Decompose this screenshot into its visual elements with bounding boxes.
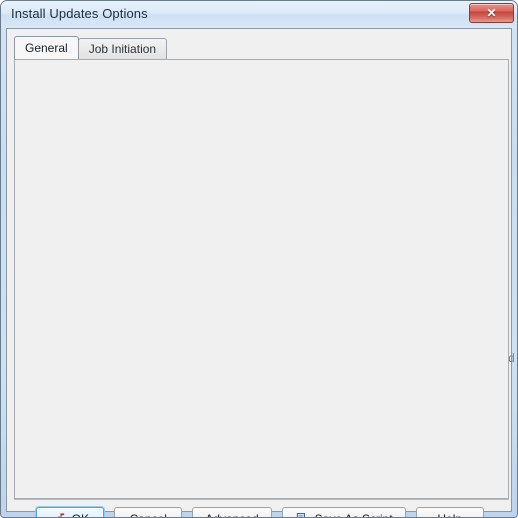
dialog-body: General Job Initiation Client Computer G… [6,28,515,517]
save-as-script-button[interactable]: Save As Script [281,506,406,517]
close-icon: ✕ [486,6,497,20]
script-document-icon [296,512,305,517]
tab-general[interactable]: General [14,36,79,59]
ok-button[interactable]: OK [36,506,105,517]
ok-button-label: OK [72,512,89,517]
button-bar: OK Cancel Advanced Save As Script Help [7,504,513,517]
tab-job-initiation[interactable]: Job Initiation [77,38,168,59]
advanced-button-label: Advanced [205,512,258,517]
cancel-button[interactable]: Cancel [114,506,183,517]
window-title: Install Updates Options [11,6,148,21]
help-button[interactable]: Help [415,506,484,517]
install-updates-options-dialog: Install Updates Options ✕ General Job In… [0,0,518,518]
advanced-button[interactable]: Advanced [192,506,272,517]
button-bar-separator [14,499,509,500]
tab-general-label: General [25,41,68,55]
install-stamp-icon [57,512,64,517]
help-button-label: Help [437,512,462,517]
tab-job-initiation-label: Job Initiation [88,42,157,56]
tab-content-panel [14,59,509,499]
title-bar: Install Updates Options ✕ [1,1,517,28]
tab-strip: General Job Initiation [14,36,168,59]
cancel-button-label: Cancel [130,512,167,517]
save-as-script-button-label: Save As Script [315,512,393,517]
close-button[interactable]: ✕ [469,3,514,23]
